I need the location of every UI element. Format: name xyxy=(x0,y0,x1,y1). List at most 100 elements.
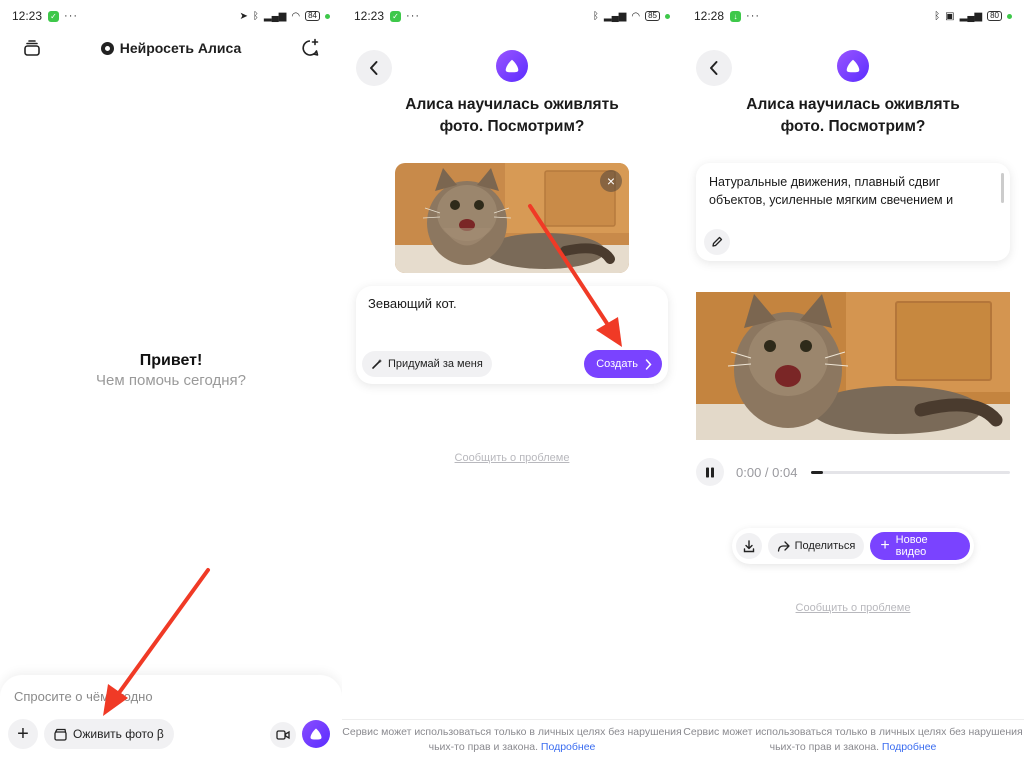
animate-photo-label: Оживить фото β xyxy=(73,727,164,741)
more-notifications-icon: ··· xyxy=(64,10,79,22)
video-description: Натуральные движения, плавный сдвиг объе… xyxy=(709,175,954,207)
progress-fill xyxy=(811,470,824,474)
greeting-title: Привет! xyxy=(139,352,203,369)
page-heading: Алиса научилась оживлять фото. Посмотрим… xyxy=(682,94,1024,138)
description-scrollbar[interactable] xyxy=(1001,173,1004,203)
footer-text: Сервис может использоваться только в лич… xyxy=(342,726,682,753)
video-icon xyxy=(276,730,290,740)
page-title: Нейросеть Алиса xyxy=(100,40,242,56)
charging-dot-icon xyxy=(665,13,670,19)
clapperboard-icon xyxy=(54,728,67,741)
battery-icon: 85 xyxy=(645,11,660,21)
chevron-right-icon xyxy=(645,358,652,370)
footer-more-link[interactable]: Подробнее xyxy=(541,741,595,753)
screen-animate-prompt: 12:23 ✓ ··· ᛒ ▂▄▆ ◠ 85 Алиса научилась о… xyxy=(342,0,682,759)
greeting: Привет! Чем помочь сегодня? xyxy=(0,352,342,389)
video-player-controls: 0:00 / 0:04 xyxy=(696,458,1010,486)
signal-icon: ▂▄▆ xyxy=(263,10,287,22)
footer-text: Сервис может использоваться только в лич… xyxy=(683,726,1023,753)
charging-dot-icon xyxy=(1007,13,1012,19)
plus-icon: + xyxy=(880,537,890,554)
wifi-icon: ◠ xyxy=(631,10,641,22)
suggest-label: Придумай за меня xyxy=(388,358,483,370)
app-notification-icon: ✓ xyxy=(390,10,402,22)
pause-icon xyxy=(706,467,714,477)
animate-photo-button[interactable]: Оживить фото β xyxy=(44,719,174,749)
bluetooth-icon: ᛒ xyxy=(592,10,599,22)
status-bar: 12:23 ✓ ··· ᛒ ▂▄▆ ◠ 85 xyxy=(342,0,682,32)
heading-line-2: фото. Посмотрим? xyxy=(780,118,926,135)
pause-button[interactable] xyxy=(696,458,724,486)
bluetooth-icon: ᛒ xyxy=(252,10,259,22)
cat-video-frame xyxy=(696,292,1010,440)
back-button[interactable] xyxy=(356,50,392,86)
progress-slider[interactable] xyxy=(811,470,1010,474)
report-problem-link[interactable]: Сообщить о проблеме xyxy=(342,452,682,464)
chat-input[interactable]: Спросите о чём угодно xyxy=(14,689,153,704)
screens-collage: 12:23 ✓ ··· ➤ ᛒ ▂▄▆ ◠ 84 Нейросеть Алиса xyxy=(0,0,1024,759)
bluetooth-icon: ᛒ xyxy=(934,10,941,22)
close-icon: × xyxy=(606,173,616,189)
signal-icon: ▂▄▆ xyxy=(959,10,983,22)
top-bar: Нейросеть Алиса xyxy=(0,36,342,60)
suggest-for-me-button[interactable]: Придумай за меня xyxy=(362,351,492,377)
playback-time: 0:00 / 0:04 xyxy=(736,464,798,480)
create-button[interactable]: Создать xyxy=(584,350,662,378)
generated-video[interactable] xyxy=(696,292,1010,440)
charging-dot-icon xyxy=(325,13,330,19)
new-video-label: Новое видео xyxy=(895,534,928,558)
battery-icon: 84 xyxy=(305,11,320,21)
alice-logo xyxy=(496,50,528,82)
alice-logo-icon xyxy=(100,41,114,55)
attach-button[interactable]: + xyxy=(8,719,38,749)
new-chat-icon[interactable] xyxy=(300,38,320,58)
heading-line-2: фото. Посмотрим? xyxy=(439,118,585,135)
alice-logo xyxy=(837,50,869,82)
screen-chat-home: 12:23 ✓ ··· ➤ ᛒ ▂▄▆ ◠ 84 Нейросеть Алиса xyxy=(0,0,342,759)
share-icon xyxy=(777,540,790,552)
greeting-subtitle: Чем помочь сегодня? xyxy=(96,372,246,389)
footer-disclaimer: Сервис может использоваться только в лич… xyxy=(342,719,682,759)
alice-voice-button[interactable] xyxy=(302,720,330,748)
location-icon: ➤ xyxy=(239,10,248,22)
prompt-card: Зевающий кот. Придумай за меня Создать xyxy=(356,286,668,384)
battery-icon: 80 xyxy=(987,11,1002,21)
header-title: Нейросеть Алиса xyxy=(119,40,242,56)
description-card: Натуральные движения, плавный сдвиг объе… xyxy=(696,163,1010,261)
back-button[interactable] xyxy=(696,50,732,86)
cat-photo xyxy=(395,163,629,273)
pencil-icon xyxy=(712,236,723,247)
nfc-icon: ▣ xyxy=(945,10,955,22)
footer-disclaimer: Сервис может использоваться только в лич… xyxy=(682,719,1024,759)
status-bar: 12:23 ✓ ··· ➤ ᛒ ▂▄▆ ◠ 84 xyxy=(0,0,342,32)
remove-photo-button[interactable]: × xyxy=(600,170,622,192)
new-video-button[interactable]: + Новое видео xyxy=(870,532,970,560)
stack-icon[interactable] xyxy=(22,38,42,58)
status-time: 12:23 xyxy=(354,9,385,23)
signal-icon: ▂▄▆ xyxy=(603,10,627,22)
share-label: Поделиться xyxy=(794,540,856,552)
magic-wand-icon xyxy=(372,359,382,369)
video-button[interactable] xyxy=(270,722,296,748)
status-bar: 12:28 ↓ ··· ᛒ ▣ ▂▄▆ 80 xyxy=(682,0,1024,32)
download-button[interactable] xyxy=(736,533,762,559)
footer-more-link[interactable]: Подробнее xyxy=(882,741,936,753)
heading-line-1: Алиса научилась оживлять xyxy=(746,96,960,113)
report-problem-link[interactable]: Сообщить о проблеме xyxy=(682,602,1024,614)
screen-video-result: 12:28 ↓ ··· ᛒ ▣ ▂▄▆ 80 Алиса научилась о… xyxy=(682,0,1024,759)
alice-icon xyxy=(310,728,322,740)
alice-icon xyxy=(846,59,860,73)
chevron-left-icon xyxy=(710,61,718,75)
share-button[interactable]: Поделиться xyxy=(767,533,865,559)
page-heading: Алиса научилась оживлять фото. Посмотрим… xyxy=(342,94,682,138)
heading-line-1: Алиса научилась оживлять xyxy=(405,96,619,113)
wifi-icon: ◠ xyxy=(291,10,301,22)
create-label: Создать xyxy=(596,358,638,370)
app-notification-icon: ✓ xyxy=(48,10,60,22)
video-actions: Поделиться + Новое видео xyxy=(732,528,974,564)
edit-description-button[interactable] xyxy=(704,229,730,255)
prompt-input[interactable]: Зевающий кот. xyxy=(368,296,457,311)
status-time: 12:23 xyxy=(12,9,43,23)
composer: Спросите о чём угодно + Оживить фото β xyxy=(0,675,342,759)
chevron-left-icon xyxy=(370,61,378,75)
